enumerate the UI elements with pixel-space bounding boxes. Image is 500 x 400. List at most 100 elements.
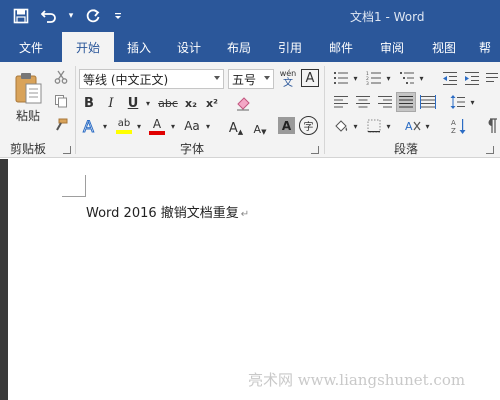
paste-button[interactable]: 粘贴 [8, 68, 48, 126]
tab-mailings[interactable]: 邮件 [316, 32, 366, 62]
text-effects-button[interactable]: A [80, 116, 100, 136]
tab-home[interactable]: 开始 [62, 32, 114, 62]
caret-down-icon: ▼ [261, 128, 267, 136]
sort-button[interactable]: A Z [448, 115, 470, 137]
underline-dropdown[interactable]: ▾ [143, 93, 153, 113]
font-name-value: 等线 (中文正文) [83, 72, 169, 87]
svg-text:3: 3 [366, 81, 369, 85]
align-left-button[interactable] [331, 93, 351, 111]
chinese-layout-button[interactable] [484, 69, 500, 87]
redo-button[interactable] [82, 5, 104, 27]
decrease-indent-button[interactable] [440, 69, 460, 87]
undo-button[interactable] [38, 5, 60, 27]
clipboard-launcher[interactable] [63, 146, 71, 154]
copy-icon [55, 95, 67, 108]
font-color-dropdown[interactable]: ▾ [168, 116, 178, 136]
multilevel-list-dropdown[interactable]: ▾ [417, 69, 426, 87]
justify-button[interactable] [396, 92, 416, 112]
shrink-font-button[interactable]: A ▼ [250, 116, 270, 136]
borders-dropdown[interactable]: ▾ [384, 116, 393, 136]
bold-button[interactable]: B [80, 93, 98, 113]
font-size-select[interactable]: 五号 [228, 69, 274, 89]
align-right-button[interactable] [375, 93, 395, 111]
bullets-button[interactable] [331, 69, 351, 87]
subscript-button[interactable]: x₂ [182, 93, 200, 113]
undo-icon [41, 10, 56, 23]
line-spacing-dropdown[interactable]: ▾ [468, 93, 477, 111]
cut-icon [54, 70, 68, 84]
highlight-dropdown[interactable]: ▾ [134, 116, 144, 136]
phonetic-guide-button[interactable]: wén 文 [278, 67, 298, 91]
asian-layout-dropdown[interactable]: ▾ [423, 116, 432, 136]
borders-icon [367, 119, 381, 133]
clear-formatting-button[interactable] [233, 93, 253, 113]
paragraph-launcher[interactable] [486, 146, 494, 154]
numbering-button[interactable]: 1 2 3 [364, 69, 384, 87]
tab-references[interactable]: 引用 [264, 32, 316, 62]
chevron-down-icon: ▾ [145, 98, 150, 108]
svg-text:A: A [451, 119, 456, 127]
highlight-color-bar [116, 130, 132, 134]
borders-button[interactable] [364, 116, 384, 136]
asian-layout-button[interactable]: A [403, 116, 423, 136]
tab-insert[interactable]: 插入 [114, 32, 164, 62]
increase-indent-button[interactable] [462, 69, 482, 87]
character-shading-button[interactable]: A [278, 117, 295, 134]
align-center-button[interactable] [353, 93, 373, 111]
chinese-layout-icon [486, 73, 498, 82]
document-area[interactable]: Word 2016 撤销文档重复 ↵ [0, 159, 500, 400]
document-text: Word 2016 撤销文档重复 [86, 206, 239, 221]
numbering-dropdown[interactable]: ▾ [384, 69, 393, 87]
chevron-down-icon: ▾ [136, 121, 141, 131]
chevron-down-icon [214, 76, 220, 80]
text-effects-dropdown[interactable]: ▾ [100, 116, 110, 136]
svg-text:A: A [405, 120, 413, 133]
highlight-button[interactable]: ab [114, 115, 134, 137]
decrease-indent-icon [443, 72, 457, 85]
grow-font-char: A [228, 121, 238, 136]
chevron-down-icon: ▾ [386, 73, 391, 83]
tab-layout[interactable]: 布局 [214, 32, 264, 62]
align-right-icon [378, 96, 392, 108]
font-color-button[interactable]: A [148, 115, 166, 137]
show-formatting-marks-button[interactable] [482, 115, 500, 137]
ribbon-home: 粘贴 剪贴板 等线 (中文正文) 五号 wén 文 A B I U ▾ abc … [0, 62, 500, 196]
superscript-button[interactable]: x² [203, 93, 221, 113]
format-painter-button[interactable] [52, 116, 70, 134]
shrink-font-char: A [253, 123, 262, 136]
paste-label: 粘贴 [15, 108, 40, 123]
tab-review[interactable]: 审阅 [366, 32, 418, 62]
paragraph-group-label: 段落 [394, 142, 419, 156]
shading-button[interactable] [331, 116, 351, 136]
strikethrough-button[interactable]: abc [157, 93, 179, 113]
tab-help[interactable]: 帮 [470, 32, 500, 62]
copy-button[interactable] [52, 92, 70, 110]
increase-indent-icon [465, 72, 479, 85]
cut-button[interactable] [52, 68, 70, 86]
tab-file[interactable]: 文件 [0, 32, 62, 62]
undo-dropdown[interactable]: ▾ [66, 5, 76, 27]
customize-qat-button[interactable] [110, 5, 126, 27]
font-name-select[interactable]: 等线 (中文正文) [79, 69, 224, 89]
shading-dropdown[interactable]: ▾ [351, 116, 360, 136]
title-bar: ▾ 文档1 - Word [0, 0, 500, 32]
pilcrow-icon [488, 118, 497, 133]
line-spacing-button[interactable] [448, 93, 468, 111]
tab-design[interactable]: 设计 [164, 32, 214, 62]
bullets-dropdown[interactable]: ▾ [351, 69, 360, 87]
save-button[interactable] [10, 5, 32, 27]
group-separator [324, 66, 325, 154]
change-case-dropdown[interactable]: ▾ [203, 116, 213, 136]
distributed-button[interactable] [418, 93, 438, 111]
multilevel-list-button[interactable] [397, 69, 417, 87]
italic-button[interactable]: I [102, 93, 120, 113]
font-launcher[interactable] [311, 146, 319, 154]
enclose-characters-button[interactable]: 字 [299, 116, 318, 135]
underline-button[interactable]: U [124, 93, 142, 113]
change-case-button[interactable]: Aa [181, 116, 203, 136]
tab-view[interactable]: 视图 [418, 32, 470, 62]
document-body[interactable]: Word 2016 撤销文档重复 ↵ [86, 202, 249, 221]
character-border-button[interactable]: A [301, 69, 319, 87]
quick-access-toolbar: ▾ [10, 5, 126, 27]
grow-font-button[interactable]: A ▲ [226, 116, 246, 136]
